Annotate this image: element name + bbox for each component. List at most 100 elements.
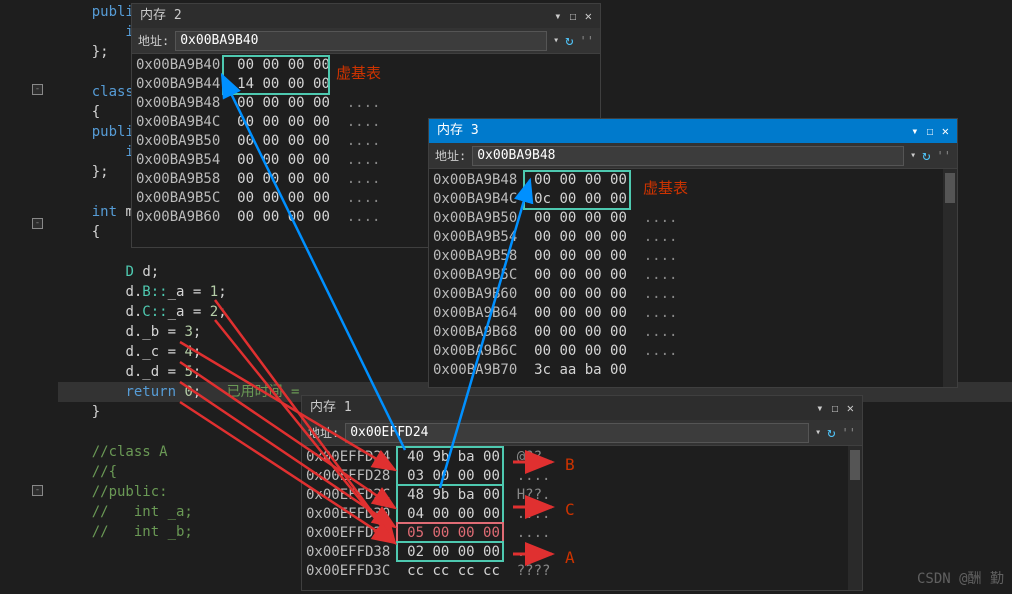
maximize-icon[interactable]: ☐ [570, 4, 577, 28]
panel-title-text: 内存 2 [140, 4, 182, 28]
refresh-icon[interactable]: ↻ [565, 33, 573, 49]
code-text: { [58, 224, 100, 240]
memory-row: 0x00BA9B50 00 00 00 00 .... [433, 209, 953, 228]
maximize-icon[interactable]: ☐ [832, 396, 839, 420]
address-label: 地址: [308, 424, 339, 441]
memory-row: 0x00EFFD38 02 00 00 00 .... [306, 543, 858, 562]
address-bar: 地址: ▾ ↻ '' [132, 28, 600, 54]
panel-titlebar[interactable]: 内存 2 ▾ ☐ ✕ [132, 4, 600, 28]
code-text: } [58, 404, 100, 420]
memory-row: 0x00BA9B48 00 00 00 00 [433, 171, 953, 190]
code-comment: 已用时间 = [227, 384, 300, 400]
code-member: _c [142, 344, 159, 360]
code-keyword: class [92, 84, 134, 100]
memory-row: 0x00BA9B58 00 00 00 00 .... [433, 247, 953, 266]
memory-panel-1: 内存 1 ▾ ☐ ✕ 地址: ▾ ↻ '' 0x00EFFD24 40 9b b… [301, 395, 863, 591]
memory-row: 0x00EFFD2C 48 9b ba 00 H??. [306, 486, 858, 505]
chevron-down-icon[interactable]: ▾ [815, 427, 821, 438]
memory-row: 0x00BA9B4C 0c 00 00 00 [433, 190, 953, 209]
address-label: 地址: [435, 147, 466, 164]
code-keyword: return [125, 384, 176, 400]
memory-body: 0x00BA9B48 00 00 00 00 0x00BA9B4C 0c 00 … [429, 169, 957, 387]
code-scope: C:: [142, 304, 167, 320]
code-num: 1 [210, 284, 218, 300]
arrow-label-c: C [565, 500, 575, 519]
code-member: _b [142, 324, 159, 340]
watermark: CSDN @酬 勤 [917, 568, 1004, 588]
options-icon[interactable]: '' [937, 149, 951, 163]
code-op: = [184, 284, 209, 300]
memory-row: 0x00BA9B48 00 00 00 00 .... [136, 94, 596, 113]
code-num: 0 [184, 384, 192, 400]
dropdown-icon[interactable]: ▾ [816, 396, 823, 420]
scrollbar-thumb[interactable] [945, 173, 955, 203]
code-comment: // int _a; [58, 504, 193, 520]
code-comment: //class A [58, 444, 168, 460]
code-comment: //{ [58, 464, 117, 480]
address-input[interactable] [472, 146, 904, 166]
code-text: }; [58, 164, 109, 180]
scrollbar[interactable] [848, 446, 862, 590]
code-comment: //public: [58, 484, 168, 500]
code-num: 2 [210, 304, 218, 320]
memory-row: 0x00EFFD30 04 00 00 00 .... [306, 505, 858, 524]
code-text: d. [125, 304, 142, 320]
fold-minus-icon[interactable]: - [32, 485, 43, 496]
dropdown-icon[interactable]: ▾ [554, 4, 561, 28]
memory-row: 0x00BA9B70 3c aa ba 00 [433, 361, 953, 380]
fold-minus-icon[interactable]: - [32, 84, 43, 95]
code-op: = [159, 324, 184, 340]
arrow-label-b: B [565, 455, 575, 474]
address-input[interactable] [175, 31, 547, 51]
memory-row: 0x00BA9B68 00 00 00 00 .... [433, 323, 953, 342]
code-keyword: int [92, 204, 117, 220]
memory-body: 0x00EFFD24 40 9b ba 00 @??.0x00EFFD28 03… [302, 446, 862, 590]
code-op: = [159, 344, 184, 360]
memory-row: 0x00BA9B54 00 00 00 00 .... [433, 228, 953, 247]
memory-row: 0x00EFFD24 40 9b ba 00 @??. [306, 448, 858, 467]
memory-row: 0x00EFFD3C cc cc cc cc ???? [306, 562, 858, 581]
vtable-label: 虚基表 [643, 177, 688, 198]
code-comment: // int _b; [58, 524, 193, 540]
code-scope: B:: [142, 284, 167, 300]
code-member: _d [142, 364, 159, 380]
refresh-icon[interactable]: ↻ [827, 425, 835, 441]
chevron-down-icon[interactable]: ▾ [910, 150, 916, 161]
fold-minus-icon[interactable]: - [32, 218, 43, 229]
scrollbar-thumb[interactable] [850, 450, 860, 480]
code-num: 4 [184, 344, 192, 360]
address-input[interactable] [345, 423, 809, 443]
code-op: = [159, 364, 184, 380]
code-text: d. [125, 284, 142, 300]
code-text: d. [125, 364, 142, 380]
panel-titlebar[interactable]: 内存 1 ▾ ☐ ✕ [302, 396, 862, 420]
options-icon[interactable]: '' [580, 34, 594, 48]
close-icon[interactable]: ✕ [942, 119, 949, 143]
close-icon[interactable]: ✕ [585, 4, 592, 28]
address-label: 地址: [138, 32, 169, 49]
chevron-down-icon[interactable]: ▾ [553, 35, 559, 46]
maximize-icon[interactable]: ☐ [927, 119, 934, 143]
code-type: D [125, 264, 133, 280]
options-icon[interactable]: '' [842, 426, 856, 440]
memory-row: 0x00BA9B64 00 00 00 00 .... [433, 304, 953, 323]
memory-panel-3: 内存 3 ▾ ☐ ✕ 地址: ▾ ↻ '' 0x00BA9B48 00 00 0… [428, 118, 958, 388]
dropdown-icon[interactable]: ▾ [911, 119, 918, 143]
address-bar: 地址: ▾ ↻ '' [429, 143, 957, 169]
panel-titlebar[interactable]: 内存 3 ▾ ☐ ✕ [429, 119, 957, 143]
code-text: { [58, 104, 100, 120]
arrow-label-a: A [565, 548, 575, 567]
memory-row: 0x00BA9B5C 00 00 00 00 .... [433, 266, 953, 285]
refresh-icon[interactable]: ↻ [922, 148, 930, 164]
panel-title-text: 内存 3 [437, 119, 479, 143]
scrollbar[interactable] [943, 169, 957, 387]
code-member: _a [168, 304, 185, 320]
memory-row: 0x00BA9B6C 00 00 00 00 .... [433, 342, 953, 361]
code-op: = [184, 304, 209, 320]
memory-row: 0x00BA9B60 00 00 00 00 .... [433, 285, 953, 304]
code-num: 3 [184, 324, 192, 340]
panel-title-text: 内存 1 [310, 396, 352, 420]
code-text: d. [125, 324, 142, 340]
close-icon[interactable]: ✕ [847, 396, 854, 420]
code-member: _a [168, 284, 185, 300]
